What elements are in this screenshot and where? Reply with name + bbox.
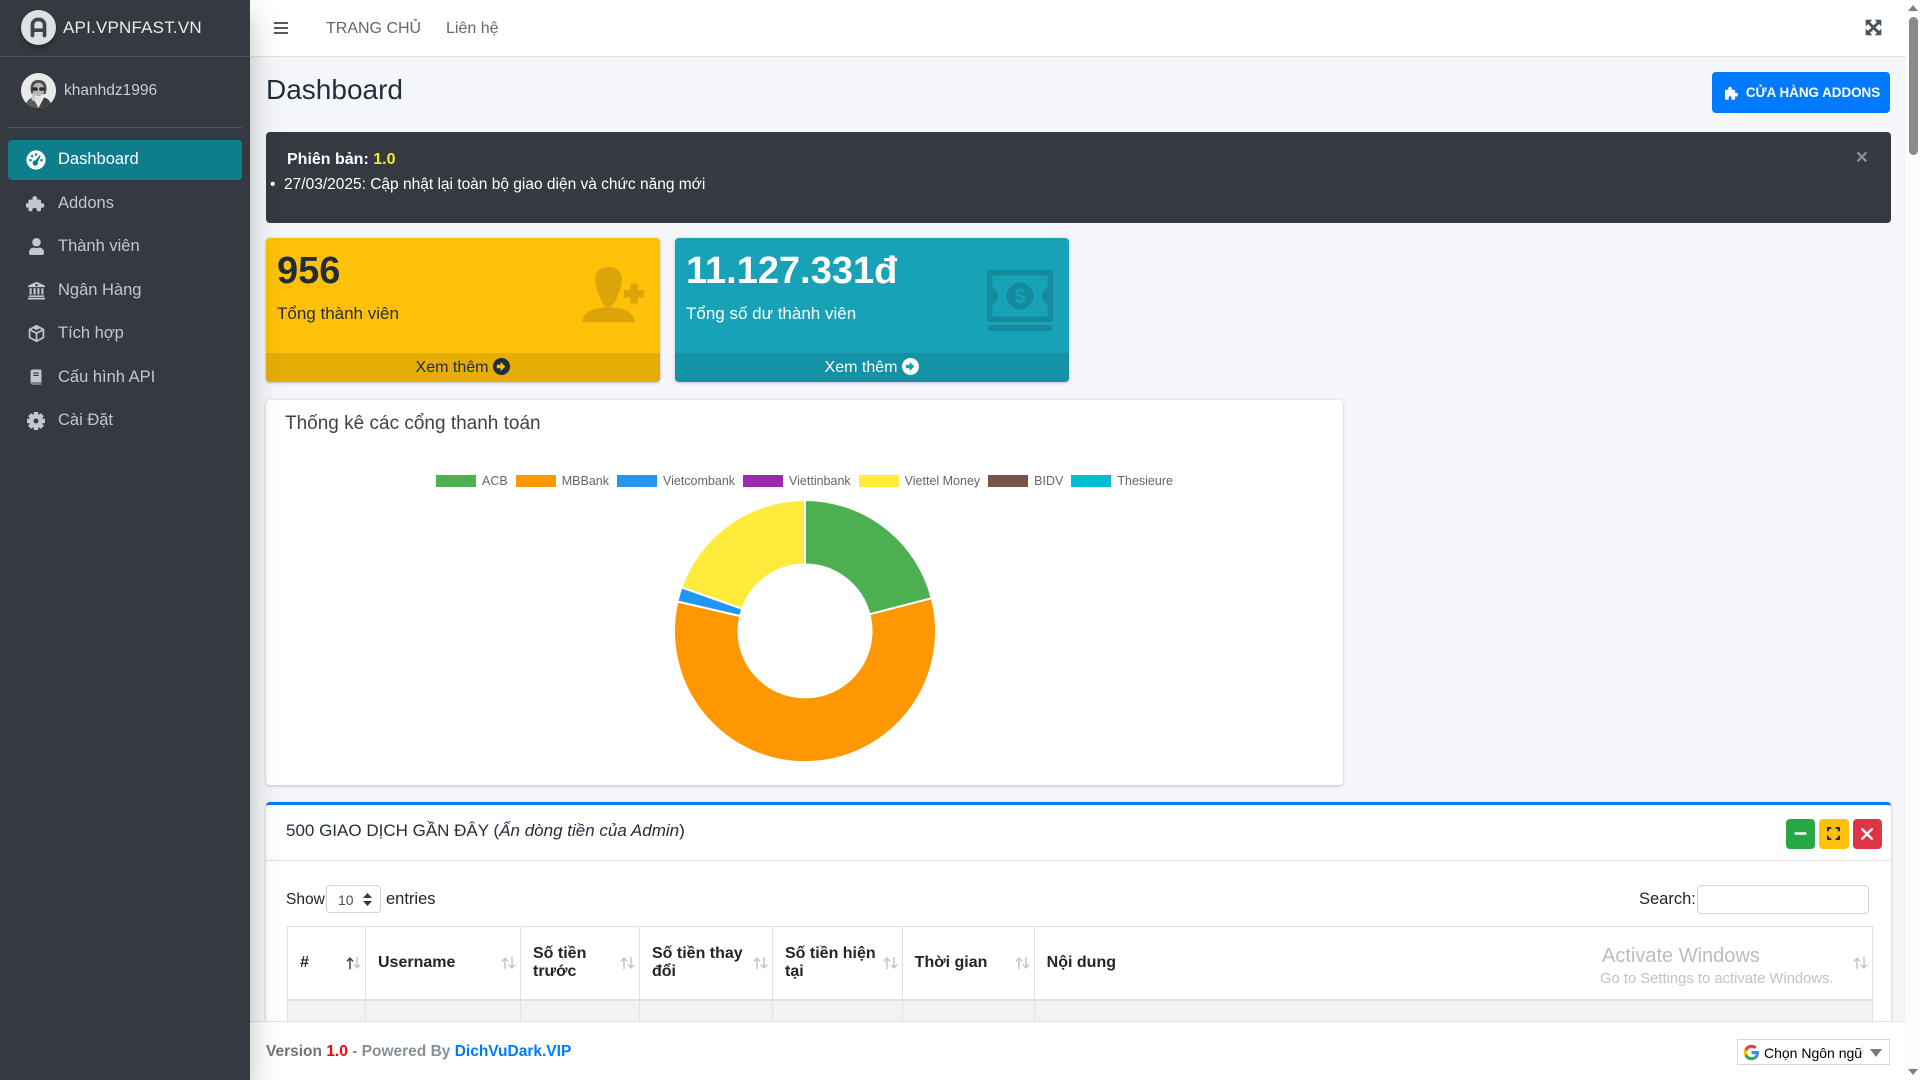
- svg-text:$: $: [1014, 286, 1025, 308]
